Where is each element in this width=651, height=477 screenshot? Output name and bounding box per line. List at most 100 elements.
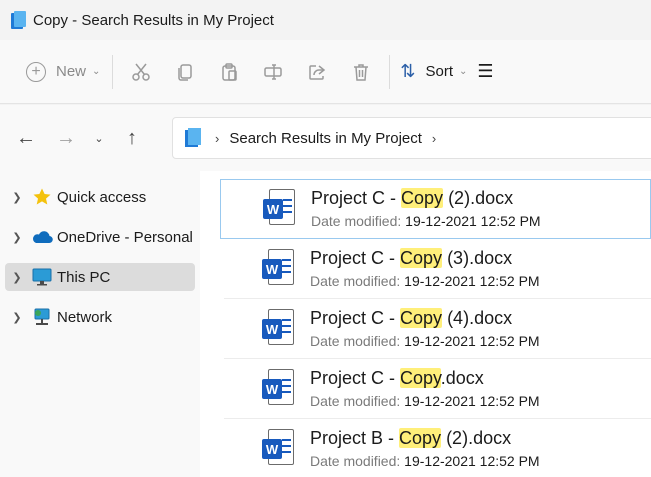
file-name-suffix: (2).docx <box>441 428 512 448</box>
file-name-suffix: (4).docx <box>442 308 513 328</box>
sidebar-item-onedrive[interactable]: ❯ OneDrive - Personal <box>5 223 195 251</box>
rename-icon <box>264 63 283 80</box>
search-results-folder-icon <box>11 11 27 29</box>
expand-chevron-icon[interactable]: ❯ <box>5 191 29 204</box>
cloud-icon <box>29 229 55 245</box>
date-modified-value: 19-12-2021 12:52 PM <box>404 393 540 409</box>
file-name[interactable]: Project B - Copy (2).docx <box>310 427 540 449</box>
file-name[interactable]: Project C - Copy.docx <box>310 367 540 389</box>
navigation-bar: ← → ⌄ ↑ › Search Results in My Project › <box>0 105 651 171</box>
date-modified-label: Date modified: <box>310 453 401 469</box>
list-item[interactable]: W Project C - Copy.docx Date modified: 1… <box>220 359 651 419</box>
word-document-icon: W <box>260 309 296 349</box>
chevron-right-icon: › <box>215 130 220 146</box>
view-button[interactable]: ☰ <box>477 61 493 82</box>
sort-arrows-icon: ⇅ <box>400 61 416 81</box>
search-results-list: W Project C - Copy (2).docx Date modifie… <box>200 171 651 477</box>
up-button[interactable]: ↑ <box>112 127 152 150</box>
file-name-suffix: .docx <box>440 368 484 388</box>
arrow-left-icon: ← <box>16 126 36 149</box>
word-document-icon: W <box>260 369 296 409</box>
plus-circle-icon: + <box>26 61 46 82</box>
search-match-highlight: Copy <box>401 188 444 208</box>
forward-button[interactable]: → <box>46 127 86 150</box>
copy-icon <box>178 63 193 81</box>
search-match-highlight: Copy <box>400 308 443 328</box>
file-name-prefix: Project C - <box>310 308 401 328</box>
rename-button[interactable] <box>251 55 295 89</box>
paste-button[interactable] <box>207 55 251 89</box>
file-name-suffix: (3).docx <box>442 248 513 268</box>
search-results-folder-icon <box>185 128 203 148</box>
file-name-prefix: Project C - <box>311 188 402 208</box>
expand-chevron-icon[interactable]: ❯ <box>5 271 29 284</box>
word-document-icon: W <box>261 189 297 229</box>
recent-locations-button[interactable]: ⌄ <box>86 132 112 145</box>
sidebar-item-label: Network <box>57 308 113 326</box>
chevron-down-icon: ⌄ <box>92 66 101 77</box>
list-item[interactable]: W Project C - Copy (4).docx Date modifie… <box>220 299 651 359</box>
list-item[interactable]: W Project B - Copy (2).docx Date modifie… <box>220 419 651 477</box>
date-modified-value: 19-12-2021 12:52 PM <box>404 453 540 469</box>
sort-button-label: Sort <box>425 63 454 80</box>
search-match-highlight: Copy <box>400 368 441 388</box>
toolbar-divider <box>112 54 114 89</box>
command-bar: + New ⌄ ⇅ Sort ⌄ ☰ <box>0 40 651 104</box>
date-modified-value: 19-12-2021 12:52 PM <box>404 333 540 349</box>
file-name[interactable]: Project C - Copy (2).docx <box>311 187 541 209</box>
date-modified-value: 19-12-2021 12:52 PM <box>404 273 540 289</box>
file-name-prefix: Project C - <box>310 368 401 388</box>
share-icon <box>309 64 326 80</box>
window-title: Copy - Search Results in My Project <box>33 11 274 29</box>
search-match-highlight: Copy <box>400 248 443 268</box>
chevron-down-icon: ⌄ <box>94 132 104 145</box>
date-modified-label: Date modified: <box>311 213 402 229</box>
expand-chevron-icon[interactable]: ❯ <box>5 231 29 244</box>
address-bar[interactable]: › Search Results in My Project › <box>172 117 651 159</box>
date-modified-label: Date modified: <box>310 273 401 289</box>
title-bar: Copy - Search Results in My Project <box>0 0 651 40</box>
sidebar-item-quick-access[interactable]: ❯ Quick access <box>5 183 195 211</box>
list-view-icon: ☰ <box>477 61 494 81</box>
file-name-prefix: Project C - <box>310 248 401 268</box>
navigation-pane: ❯ Quick access ❯ OneDrive - Personal ❯ T… <box>0 171 200 477</box>
new-button-label: New <box>56 63 87 80</box>
sidebar-item-label: This PC <box>57 268 111 286</box>
list-item[interactable]: W Project C - Copy (3).docx Date modifie… <box>220 239 651 299</box>
monitor-icon <box>29 268 55 286</box>
toolbar-divider <box>389 54 391 89</box>
delete-button[interactable] <box>339 55 383 89</box>
chevron-right-icon[interactable]: › <box>432 131 436 146</box>
share-button[interactable] <box>295 55 339 89</box>
date-modified-label: Date modified: <box>310 393 401 409</box>
arrow-right-icon: → <box>56 126 76 149</box>
word-document-icon: W <box>260 429 296 469</box>
sidebar-item-label: OneDrive - Personal <box>57 228 193 246</box>
date-modified-label: Date modified: <box>310 333 401 349</box>
delete-icon <box>354 63 369 81</box>
star-icon <box>29 187 55 207</box>
chevron-down-icon: ⌄ <box>459 66 468 77</box>
sidebar-item-network[interactable]: ❯ Network <box>5 303 195 331</box>
network-icon <box>29 307 55 327</box>
address-location[interactable]: Search Results in My Project <box>229 130 422 147</box>
file-name-suffix: (2).docx <box>443 188 514 208</box>
word-document-icon: W <box>260 249 296 289</box>
expand-chevron-icon[interactable]: ❯ <box>5 311 29 324</box>
file-name[interactable]: Project C - Copy (3).docx <box>310 247 540 269</box>
file-name[interactable]: Project C - Copy (4).docx <box>310 307 540 329</box>
arrow-up-icon: ↑ <box>127 126 137 149</box>
file-name-prefix: Project B - <box>310 428 400 448</box>
list-item[interactable]: W Project C - Copy (2).docx Date modifie… <box>220 179 651 239</box>
sidebar-item-this-pc[interactable]: ❯ This PC <box>5 263 195 291</box>
sidebar-item-label: Quick access <box>57 188 147 206</box>
sort-button[interactable]: ⇅ Sort ⌄ <box>400 61 467 82</box>
cut-icon <box>132 63 151 81</box>
search-match-highlight: Copy <box>399 428 442 448</box>
paste-icon <box>222 62 238 81</box>
copy-button[interactable] <box>163 55 207 89</box>
cut-button[interactable] <box>119 55 163 89</box>
back-button[interactable]: ← <box>6 127 46 150</box>
date-modified-value: 19-12-2021 12:52 PM <box>405 213 541 229</box>
new-button[interactable]: + New ⌄ <box>14 61 106 82</box>
